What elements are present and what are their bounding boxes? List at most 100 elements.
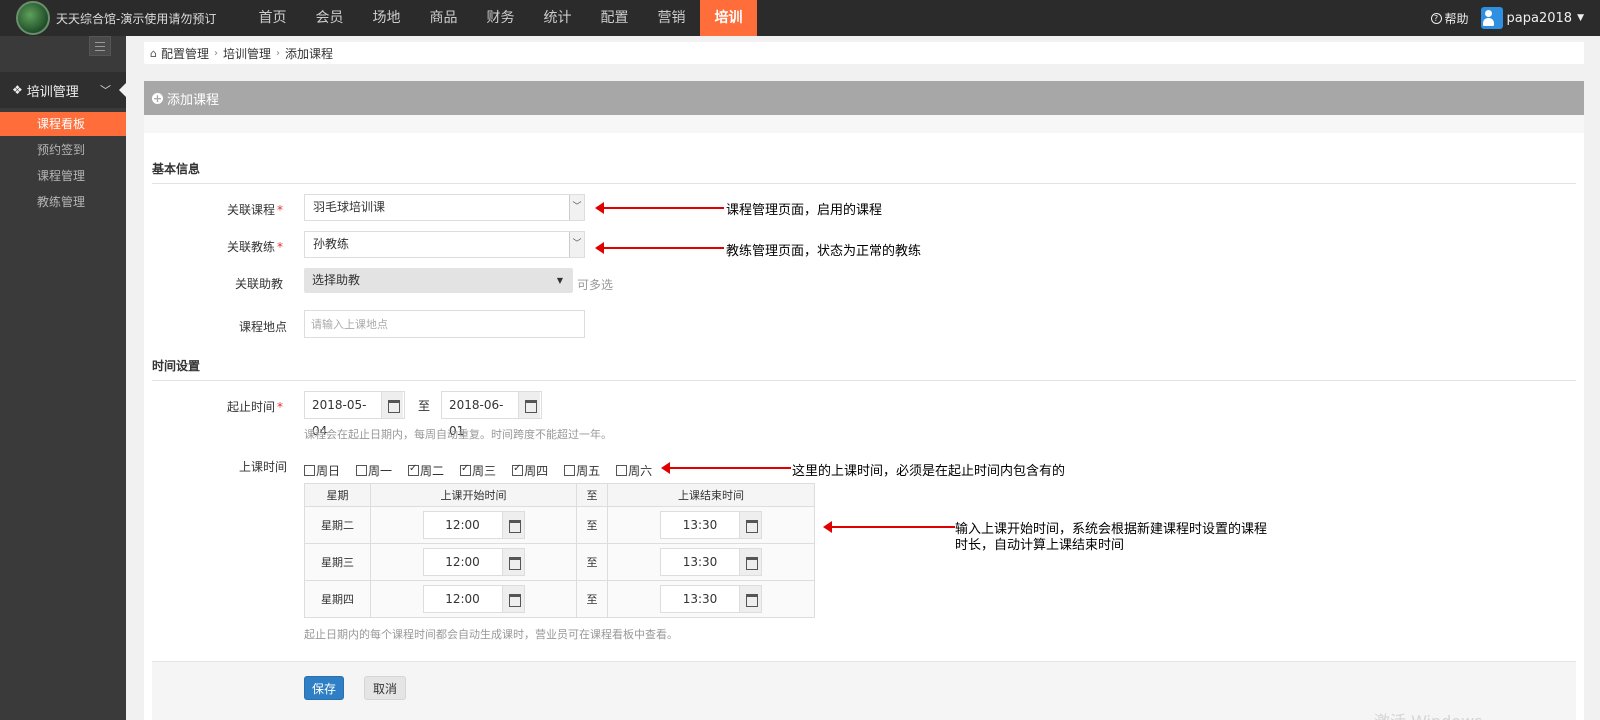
cubes-icon: ❖ [12,83,23,97]
start-date-value: 2018-05-04 [312,398,367,438]
row-weekday: 星期二 [304,506,371,544]
sidebar-item-course-board[interactable]: 课程看板 [0,112,126,136]
date-range-label: 起止时间 * [226,400,283,414]
location-input[interactable] [304,310,585,338]
nav-config[interactable]: 配置 [586,0,643,36]
row-to: 至 [576,543,608,581]
main-nav: 首页 会员 场地 商品 财务 统计 配置 营销 培训 [244,0,757,36]
panel-header: + 添加课程 [144,81,1584,115]
breadcrumb-training[interactable]: 培训管理 [223,45,271,62]
sidebar-item-booking-checkin[interactable]: 预约签到 [0,138,126,162]
plus-circle-icon: + [152,91,163,105]
sidebar-group-label: 培训管理 [26,84,79,100]
menu-toggle-button[interactable] [89,36,111,56]
help-link[interactable]: ? 帮助 [1430,10,1469,27]
annotation-arrow-coach [595,242,724,254]
brand-title: 天天综合馆-演示使用请勿预订 [56,11,217,26]
question-circle-icon: ? [1430,12,1442,24]
caret-down-icon: ▼ [556,276,563,285]
breadcrumb-current: 添加课程 [285,46,334,61]
checkbox-monday[interactable]: 周一 [356,462,392,479]
checkbox-wednesday[interactable]: 周三 [460,462,496,479]
venue-logo[interactable] [16,1,50,35]
nav-products[interactable]: 商品 [415,0,472,36]
row-weekday: 星期四 [304,580,371,618]
cancel-button[interactable]: 取消 [364,676,406,700]
checkbox-saturday[interactable]: 周六 [616,462,652,479]
header-weekday: 星期 [304,483,371,507]
nav-members[interactable]: 会员 [301,0,358,36]
calendar-icon[interactable] [381,392,403,418]
row-to: 至 [576,580,608,618]
calendar-icon[interactable] [501,586,524,612]
assistant-select[interactable]: 选择助教 ▼ [304,268,573,293]
breadcrumb-config[interactable]: 配置管理 [161,45,209,62]
chevron-down-icon: ﹀ [569,195,584,220]
annotation-arrow-weekdays [661,462,791,474]
start-time-input[interactable]: 12:00 [422,585,525,613]
annotation-course: 课程管理页面，启用的课程 [726,203,883,218]
header-to: 至 [576,483,608,507]
assistant-hint: 可多选 [577,278,614,292]
checkbox-thursday[interactable]: 周四 [512,462,548,479]
coach-select[interactable]: 孙教练 ﹀ [304,231,585,258]
annotation-arrow-time [823,521,955,533]
sidebar-item-course-manage[interactable]: 课程管理 [0,164,126,188]
annotation-arrow-course [595,202,724,214]
annotation-coach: 教练管理页面，状态为正常的教练 [726,244,922,259]
row-to: 至 [576,506,608,544]
breadcrumb-separator-icon: › [214,47,218,59]
end-time-input[interactable]: 13:30 [660,585,762,613]
end-time-input[interactable]: 13:30 [660,511,762,539]
panel-gap [144,115,1584,133]
end-date-input[interactable]: 2018-06-01 [441,391,542,438]
course-select[interactable]: 羽毛球培训课 ﹀ [304,194,585,221]
calendar-icon[interactable] [739,549,761,575]
user-menu-caret-icon[interactable]: ▼ [1577,13,1584,23]
nav-finance[interactable]: 财务 [472,0,529,36]
start-time-input[interactable]: 12:00 [422,548,525,576]
breadcrumb: ⌂ 配置管理 › 培训管理 › 添加课程 [144,42,1584,64]
calendar-icon[interactable] [739,586,761,612]
assistant-label: 关联助教 [234,277,283,291]
calendar-icon[interactable] [501,512,524,538]
calendar-icon[interactable] [501,549,524,575]
nav-marketing[interactable]: 营销 [643,0,700,36]
course-label: 关联课程 * [226,203,283,217]
table-row: 星期四 12:00 至 13:30 [304,580,815,618]
chevron-down-icon: ﹀ [569,232,584,257]
user-avatar-icon[interactable] [1480,7,1503,29]
date-range-help: 课程会在起止日期内，每周自动重复。时间跨度不能超过一年。 [304,428,612,441]
coach-label: 关联教练 * [226,240,283,254]
start-time-input[interactable]: 12:00 [422,511,525,539]
table-row: 星期二 12:00 至 13:30 [304,506,815,544]
save-button[interactable]: 保存 [304,676,344,700]
sidebar-group-training[interactable]: ❖ 培训管理 ﹀ [0,72,127,108]
nav-statistics[interactable]: 统计 [529,0,586,36]
annotation-time-line2: 时长，自动计算上课结束时间 [955,538,1125,553]
nav-home[interactable]: 首页 [244,0,301,36]
nav-training[interactable]: 培训 [700,0,757,36]
chevron-down-icon: ﹀ [100,84,111,97]
class-time-label: 上课时间 [238,460,287,474]
sidebar: ❖ 培训管理 ﹀ 课程看板 预约签到 课程管理 教练管理 [0,36,127,720]
checkbox-sunday[interactable]: 周日 [304,462,340,479]
windows-watermark: 激活 Windows [1374,708,1483,720]
location-label: 课程地点 [238,320,287,334]
checkbox-friday[interactable]: 周五 [564,462,600,479]
section-title-time: 时间设置 [152,359,201,373]
sidebar-item-coach-manage[interactable]: 教练管理 [0,190,126,214]
start-date-input[interactable]: 2018-05-04 [304,391,405,438]
annotation-weekdays: 这里的上课时间，必须是在起止时间内包含有的 [792,464,1066,479]
panel-title: 添加课程 [167,92,220,108]
date-to-label: 至 [418,399,431,413]
nav-venues[interactable]: 场地 [358,0,415,36]
end-time-input[interactable]: 13:30 [660,548,762,576]
active-pointer [119,82,127,98]
calendar-icon[interactable] [518,392,540,418]
calendar-icon[interactable] [739,512,761,538]
checkbox-tuesday[interactable]: 周二 [408,462,444,479]
username[interactable]: papa2018 [1507,11,1573,26]
table-row: 星期三 12:00 至 13:30 [304,543,815,581]
top-navbar: 天天综合馆-演示使用请勿预订 首页 会员 场地 商品 财务 统计 配置 营销 培… [0,0,1600,36]
